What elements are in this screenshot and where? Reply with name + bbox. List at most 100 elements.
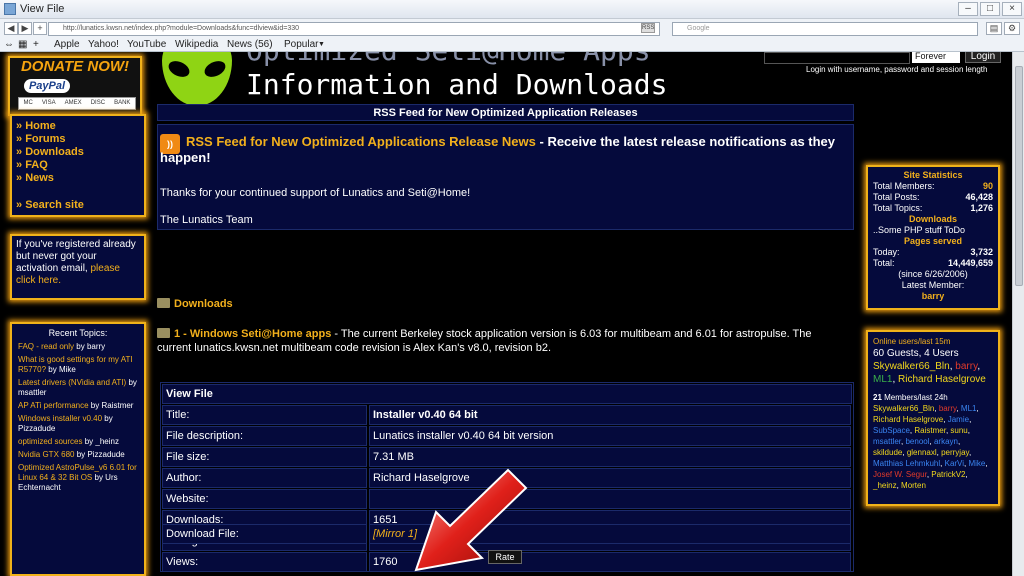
login-field[interactable] xyxy=(764,52,910,64)
add-tab-icon[interactable]: + xyxy=(33,22,47,35)
chevron-down-icon: ▼ xyxy=(318,41,325,48)
member-link[interactable]: KarVi xyxy=(945,459,964,468)
member-link[interactable]: SubSpace xyxy=(873,426,910,435)
row-label: Title: xyxy=(162,405,367,425)
maximize-icon[interactable]: □ xyxy=(980,2,1000,16)
member-link[interactable]: perryjay xyxy=(941,448,969,457)
recent-topic-item[interactable]: FAQ - read only by barry xyxy=(18,342,138,352)
member-link[interactable]: benool xyxy=(905,437,929,446)
member-link[interactable]: sunu xyxy=(950,426,967,435)
member-link[interactable]: Morten xyxy=(901,481,926,490)
bookmark-yahoo[interactable]: Yahoo! xyxy=(88,39,119,50)
recent-topic-item[interactable]: What is good settings for my ATI R5770? … xyxy=(18,355,138,375)
gear-icon[interactable]: ⚙ xyxy=(1004,22,1020,35)
user-link[interactable]: Richard Haselgrove xyxy=(898,374,986,385)
login-note: Login with username, password and sessio… xyxy=(806,65,988,74)
nav-news[interactable]: » News xyxy=(16,172,140,185)
recent-topic-item[interactable]: Nvidia GTX 680 by Pizzadude xyxy=(18,450,138,460)
member-link[interactable]: arkayn xyxy=(934,437,958,446)
stats-downloads-title: Downloads xyxy=(908,214,957,224)
online-users: Online users/last 15m 60 Guests, 4 Users… xyxy=(866,330,1000,506)
user-link[interactable]: ML1 xyxy=(873,374,892,385)
login-button[interactable]: Login xyxy=(965,52,1001,63)
close-icon[interactable]: × xyxy=(1002,2,1022,16)
latest-member-label: Latest Member: xyxy=(901,280,965,290)
thanks-text: Thanks for your continued support of Lun… xyxy=(160,187,471,199)
latest-member-link[interactable]: barry xyxy=(873,291,993,302)
member-link[interactable]: _heinz xyxy=(873,481,897,490)
member-link[interactable]: Josef W. Segur xyxy=(873,470,927,479)
rss-panel: )) RSS Feed for New Optimized Applicatio… xyxy=(157,124,854,230)
row-label: File size: xyxy=(162,447,367,467)
user-link[interactable]: Skywalker66_Bln xyxy=(873,361,950,372)
member-link[interactable]: skildude xyxy=(873,448,902,457)
card-logos: MC VISA AMEX DISC BANK xyxy=(18,97,136,110)
folder-icon xyxy=(157,298,170,308)
recent-topic-item[interactable]: AP ATi performance by Raistmer xyxy=(18,401,138,411)
member-link[interactable]: ML1 xyxy=(961,404,977,413)
member-link[interactable]: msattler xyxy=(873,437,901,446)
search-input[interactable]: Google xyxy=(672,22,978,36)
member-link[interactable]: Mike xyxy=(968,459,985,468)
bookmark-apple[interactable]: Apple xyxy=(54,39,80,50)
member-link[interactable]: Matthias Lehmkuhl xyxy=(873,459,940,468)
row-label: Download File: xyxy=(162,524,367,544)
main-nav: » Home » Forums » Downloads » FAQ » News… xyxy=(10,114,146,217)
page-menu-icon[interactable]: ▤ xyxy=(986,22,1002,35)
rss-text: RSS Feed for New Optimized Applications … xyxy=(160,134,836,165)
downloads-heading[interactable]: Downloads xyxy=(157,298,233,310)
nav-downloads[interactable]: » Downloads xyxy=(16,146,140,159)
stat-members: Total Members: 90 xyxy=(873,181,993,191)
site-title-line1: Optimized Seti@Home Apps xyxy=(246,52,686,68)
reading-list-icon[interactable]: ⇔ xyxy=(4,39,14,50)
bookmark-youtube[interactable]: YouTube xyxy=(127,39,166,50)
scrollbar-thumb[interactable] xyxy=(1015,66,1023,286)
site-title: Optimized Seti@Home Apps Information and… xyxy=(246,52,686,102)
rss-pill[interactable]: RSS xyxy=(641,23,655,33)
alien-logo[interactable] xyxy=(160,52,238,106)
category-link[interactable]: 1 - Windows Seti@Home apps xyxy=(174,328,331,340)
top-sites-icon[interactable]: ▦ xyxy=(18,39,27,50)
app-icon xyxy=(4,3,16,15)
page-scrollbar[interactable] xyxy=(1012,52,1024,576)
forward-icon[interactable]: ▶ xyxy=(18,22,32,35)
member-link[interactable]: glennaxl xyxy=(907,448,937,457)
bookmarks-bar: ⇔ ▦ + Apple Yahoo! YouTube Wikipedia New… xyxy=(0,37,1024,52)
recent-topic-item[interactable]: Optimized AstroPulse_v6 6.01 for Linux 6… xyxy=(18,463,138,493)
nav-faq[interactable]: » FAQ xyxy=(16,159,140,172)
back-icon[interactable]: ◀ xyxy=(4,22,18,35)
online-user-list: Skywalker66_Bln, barry, ML1, Richard Has… xyxy=(873,361,986,385)
url-input[interactable]: http://lunatics.kwsn.net/index.php?modul… xyxy=(48,22,660,36)
amex-icon: AMEX xyxy=(64,100,82,106)
visa-icon: VISA xyxy=(41,100,56,106)
members-24h-heading: 21 Members/last 24h xyxy=(873,393,948,402)
recent-topic-item[interactable]: Latest drivers (NVidia and ATI) by msatt… xyxy=(18,378,138,398)
nav-forums[interactable]: » Forums xyxy=(16,133,140,146)
category-info: 1 - Windows Seti@Home apps - The current… xyxy=(157,327,847,355)
rss-header: RSS Feed for New Optimized Application R… xyxy=(157,104,854,121)
member-link[interactable]: Jamie xyxy=(948,415,969,424)
member-link[interactable]: Skywalker66_Bln xyxy=(873,404,934,413)
donate-banner[interactable]: DONATE NOW! PayPal MC VISA AMEX DISC BAN… xyxy=(8,56,142,116)
recent-topic-item[interactable]: Windows installer v0.40 by Pizzadude xyxy=(18,414,138,434)
member-link[interactable]: Raistmer xyxy=(914,426,946,435)
bookmark-wikipedia[interactable]: Wikipedia xyxy=(175,39,218,50)
bookmark-popular[interactable]: Popular xyxy=(284,39,318,50)
row-label: File description: xyxy=(162,426,367,446)
member-link[interactable]: PatrickV2 xyxy=(931,470,965,479)
nav-search-site[interactable]: » Search site xyxy=(16,199,140,212)
web-page: DONATE NOW! PayPal MC VISA AMEX DISC BAN… xyxy=(0,52,1012,576)
user-link[interactable]: barry xyxy=(955,361,977,372)
mastercard-icon: MC xyxy=(23,100,33,106)
nav-home[interactable]: » Home xyxy=(16,120,140,133)
recent-topic-item[interactable]: optimized sources by _heinz xyxy=(18,437,138,447)
member-link[interactable]: barry xyxy=(939,404,957,413)
session-length-select[interactable]: Forever xyxy=(912,52,960,63)
member-link[interactable]: Richard Haselgrove xyxy=(873,415,943,424)
bookmark-news[interactable]: News (56) xyxy=(227,39,273,50)
minimize-icon[interactable]: – xyxy=(958,2,978,16)
discover-icon: DISC xyxy=(90,100,106,106)
rss-feed-link[interactable]: RSS Feed for New Optimized Applications … xyxy=(186,134,536,149)
add-bookmark-icon[interactable]: + xyxy=(33,39,39,50)
